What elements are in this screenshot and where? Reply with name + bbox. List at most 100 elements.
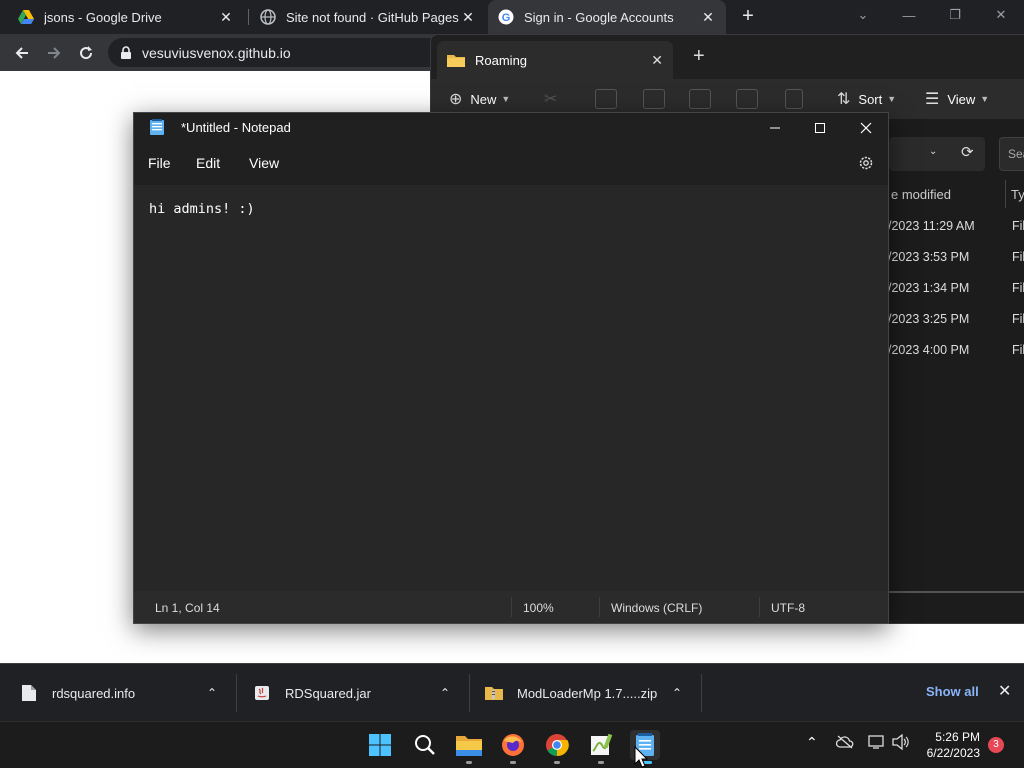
column-header-type[interactable]: Typ [1011,187,1024,202]
svg-text:G: G [502,12,511,24]
windows-taskbar: ⌃ 5:26 PM 6/22/2023 [0,721,1024,768]
close-tab-icon[interactable]: ✕ [460,9,476,26]
download-item-modloadermp-zip[interactable]: ModLoaderMp 1.7.....zip ⌃ [485,664,701,722]
column-header-date-modified[interactable]: e modified [891,187,951,202]
start-icon[interactable] [365,730,395,760]
text-editor-area[interactable]: hi admins! :) [134,185,888,591]
encoding: UTF-8 [771,601,805,615]
settings-gear-icon[interactable] [857,154,875,172]
explorer-status-divider [889,591,1024,593]
new-label: New [470,91,497,107]
close-download-shelf-button[interactable]: ✕ [998,681,1011,701]
download-divider [701,674,702,712]
google-drive-icon [18,9,34,25]
rename-icon[interactable] [689,89,711,109]
reload-button[interactable] [73,40,99,66]
file-explorer-icon[interactable] [454,730,484,760]
clock-time: 5:26 PM [935,730,980,744]
delete-icon[interactable] [785,89,803,109]
file-date: /2023 3:25 PM [888,312,970,326]
file-row[interactable]: /2023 3:53 PM Fil [888,250,1024,274]
status-divider [511,597,512,617]
chrome-tab-google-accounts[interactable]: G Sign in - Google Accounts ✕ [488,0,726,34]
tab-search-icon[interactable]: ⌄ [840,0,886,30]
sort-icon: ⇅ [837,91,851,108]
maximize-icon [815,123,825,133]
running-indicator [466,761,472,764]
tab-title: Site not found · GitHub Pages [286,9,459,25]
minimize-button[interactable]: — [886,0,932,30]
menu-file[interactable]: File [148,155,171,171]
firefox-icon[interactable] [498,730,528,760]
close-tab-icon[interactable]: ✕ [651,52,663,69]
close-window-button[interactable]: ✕ [978,0,1024,30]
url-text: vesuviusvenox.github.io [142,44,291,61]
chrome-tab-github-pages[interactable]: Site not found · GitHub Pages ✕ [250,0,486,34]
menu-edit[interactable]: Edit [196,155,220,171]
view-label: View [947,91,976,107]
show-hidden-icons-chevron-icon[interactable]: ⌃ [806,734,818,751]
restore-button[interactable]: ❐ [932,0,978,30]
file-row[interactable]: /2023 4:00 PM Fil [888,343,1024,367]
show-all-downloads-button[interactable]: Show all [926,684,979,699]
maximize-button[interactable] [797,113,843,143]
close-tab-icon[interactable]: ✕ [218,9,234,26]
explorer-tab-roaming[interactable]: Roaming ✕ [437,41,673,79]
volume-icon[interactable] [892,733,910,753]
notepad-plus-plus-icon[interactable] [586,730,616,760]
file-date: /2023 3:53 PM [888,250,970,264]
column-divider[interactable] [1005,180,1006,208]
file-row[interactable]: /2023 1:34 PM Fil [888,281,1024,305]
download-item-rdsquared-info[interactable]: rdsquared.info ⌃ [20,664,236,722]
line-ending: Windows (CRLF) [611,601,703,615]
tab-divider [248,9,249,25]
cut-icon[interactable]: ✂ [544,89,566,109]
zoom-level: 100% [523,601,554,615]
chevron-up-icon[interactable]: ⌃ [440,686,450,700]
notepad-status-bar: Ln 1, Col 14 100% Windows (CRLF) UTF-8 [134,591,888,623]
lock-icon [121,45,131,59]
network-icon[interactable] [868,734,886,753]
notepad-title-bar[interactable]: *Untitled - Notepad [134,113,888,143]
file-row[interactable]: /2023 11:29 AM Fil [888,219,1024,243]
close-button[interactable] [843,113,889,143]
chevron-up-icon[interactable]: ⌃ [207,686,217,700]
menu-view[interactable]: View [249,155,279,171]
onedrive-cloud-icon[interactable] [835,735,854,752]
explorer-new-tab-button[interactable]: + [693,45,705,68]
file-row[interactable]: /2023 3:25 PM Fil [888,312,1024,336]
view-icon: ☰ [925,91,940,108]
back-button[interactable] [9,40,35,66]
file-date: /2023 11:29 AM [888,219,975,233]
refresh-icon[interactable]: ⟳ [961,143,974,161]
paste-icon[interactable] [643,89,665,109]
chrome-icon[interactable] [542,730,572,760]
forward-button[interactable] [41,40,67,66]
minimize-button[interactable] [752,113,798,143]
chrome-tab-google-drive[interactable]: jsons - Google Drive ✕ [8,0,244,34]
editor-text[interactable]: hi admins! :) [149,201,873,217]
chevron-up-icon[interactable]: ⌃ [672,686,682,700]
share-icon[interactable] [736,89,758,109]
close-tab-icon[interactable]: ✕ [700,9,716,26]
cursor-position: Ln 1, Col 14 [155,601,220,615]
clock-date: 6/22/2023 [926,746,980,760]
file-date: /2023 4:00 PM [888,343,970,357]
system-clock[interactable]: 5:26 PM 6/22/2023 [916,729,980,761]
new-tab-button[interactable]: + [736,5,760,29]
search-input[interactable]: Sea [999,137,1024,171]
chevron-down-icon[interactable]: ⌄ [929,146,937,157]
chevron-down-icon: ▼ [980,94,990,104]
notepad-menu-bar: File Edit View [134,143,888,185]
file-date: /2023 1:34 PM [888,281,970,295]
download-shelf: rdsquared.info ⌃ RDSquared.jar ⌃ ModLoad… [0,663,1024,721]
address-bar[interactable]: ⌄ ⟳ [889,137,985,171]
search-icon[interactable] [410,730,440,760]
download-item-rdsquared-jar[interactable]: RDSquared.jar ⌃ [253,664,469,722]
notepad-window: *Untitled - Notepad File Edit View hi ad… [133,112,889,624]
file-type: Fil [1012,343,1024,357]
view-button[interactable]: ☰ View ▼ [925,79,989,119]
copy-icon[interactable] [595,89,617,109]
notification-badge[interactable]: 3 [988,737,1004,753]
sort-label: Sort [858,91,883,107]
